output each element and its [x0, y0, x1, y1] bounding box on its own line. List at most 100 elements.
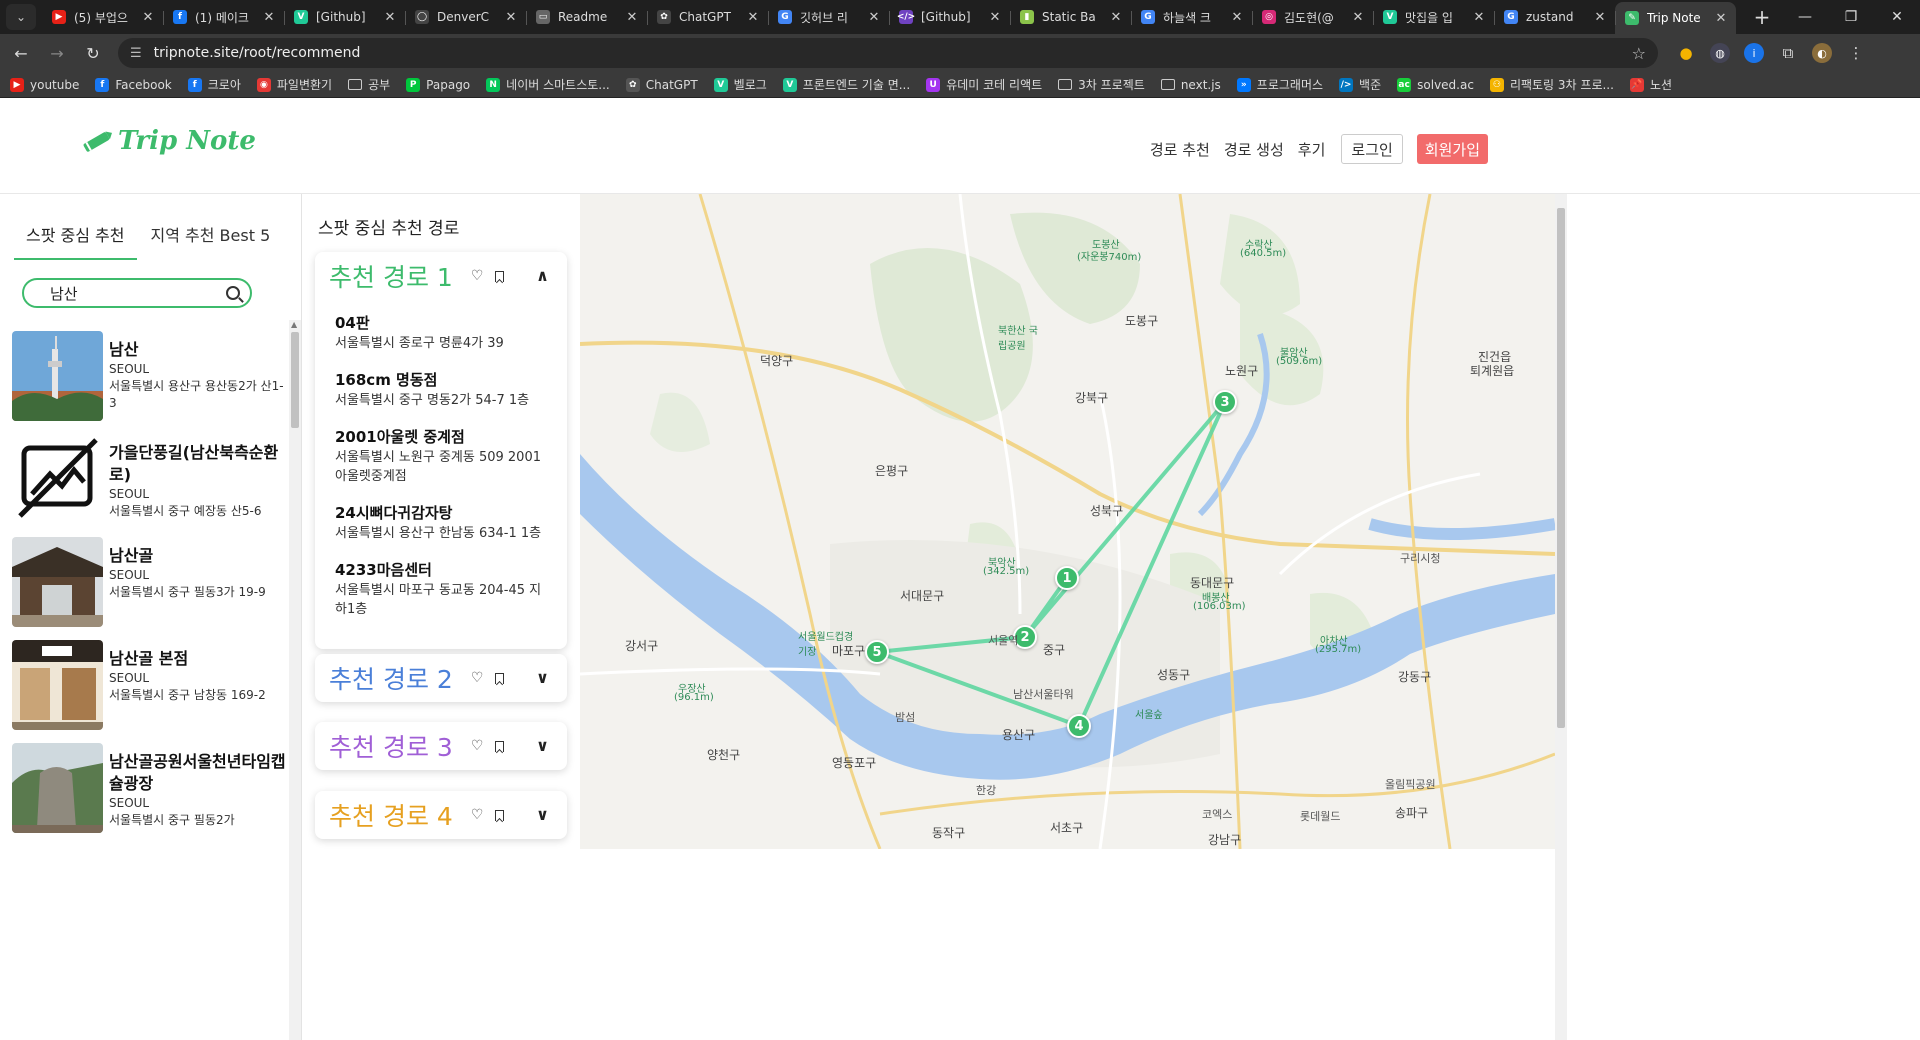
close-tab-icon[interactable]: ✕ [746, 10, 760, 25]
nav-route-create[interactable]: 경로 생성 [1224, 139, 1284, 160]
route-marker-4[interactable]: 4 [1067, 714, 1091, 738]
route-stop[interactable]: 24시뼈다귀감자탕 서울특별시 용산구 한남동 634-1 1층 [335, 502, 547, 543]
forward-button[interactable]: → [42, 38, 72, 68]
spot-list-scrollbar[interactable]: ▲ [289, 320, 301, 1040]
route-stop[interactable]: 4233마음센터 서울특별시 마포구 동교동 204-45 지하1층 [335, 559, 547, 619]
browser-tab[interactable]: ✿ ChatGPT ✕ [647, 2, 768, 32]
bookmark-folder[interactable]: 3차 프로젝트 [1058, 76, 1145, 93]
close-tab-icon[interactable]: ✕ [1593, 10, 1607, 25]
browser-tab[interactable]: ▭ Readme ✕ [526, 2, 647, 32]
tab-spot-recommend[interactable]: 스팟 중심 추천 [14, 214, 137, 260]
spot-list-item[interactable]: 남산골 SEOUL 서울특별시 중구 필동3가 19-9 [12, 537, 286, 627]
close-tab-icon[interactable]: ✕ [867, 10, 881, 25]
browser-tab[interactable]: ◯ DenverC ✕ [405, 2, 526, 32]
bookmark-item[interactable]: f Facebook [95, 77, 172, 92]
heart-icon[interactable]: ♡ [471, 807, 484, 823]
bookmark-item[interactable]: ◉ 파일변환기 [256, 76, 332, 93]
route-card-header[interactable]: 추천 경로 2 ♡ ∨ [315, 654, 567, 702]
page-scrollbar-thumb[interactable] [1557, 208, 1565, 728]
bookmark-icon[interactable] [495, 672, 505, 684]
bookmark-item[interactable]: /> 백준 [1339, 76, 1381, 93]
new-tab-button[interactable]: + [1750, 5, 1774, 29]
chevron-down-icon[interactable]: ∨ [536, 736, 549, 755]
site-info-icon[interactable]: ☰ [130, 46, 142, 61]
bookmark-item[interactable]: » 프로그래머스 [1236, 76, 1323, 93]
spot-list-item[interactable]: 남산골 본점 SEOUL 서울특별시 중구 남창동 169-2 [12, 640, 286, 730]
bookmark-item[interactable]: ac solved.ac [1397, 77, 1474, 92]
omnibox[interactable]: ☰ tripnote.site/root/recommend ☆ [118, 38, 1658, 68]
heart-icon[interactable]: ♡ [471, 738, 484, 754]
close-tab-icon[interactable]: ✕ [1472, 10, 1486, 25]
profile-avatar[interactable]: ◐ [1812, 43, 1832, 63]
bookmark-icon[interactable] [495, 809, 505, 821]
route-card-header[interactable]: 추천 경로 3 ♡ ∨ [315, 722, 567, 770]
globe-extension-icon[interactable]: ◍ [1710, 43, 1730, 63]
map-view[interactable]: 1 2 3 4 5 도봉산 (자운봉740m) 수락산 (640.5m) 북한산… [580, 194, 1555, 849]
spot-list-item[interactable]: 가을단풍길(남산북측순환로) SEOUL 서울특별시 중구 예장동 산5-6 [12, 434, 286, 524]
puzzle-extensions-icon[interactable]: ⧉ [1778, 43, 1798, 63]
bookmark-item[interactable]: ⚇ 리팩토링 3차 프로... [1489, 76, 1614, 93]
route-marker-1[interactable]: 1 [1055, 566, 1079, 590]
route-marker-5[interactable]: 5 [865, 640, 889, 664]
route-marker-3[interactable]: 3 [1213, 390, 1237, 414]
bookmark-item[interactable]: ▶ youtube [10, 77, 79, 92]
browser-tab[interactable]: ▶ (5) 부업으 ✕ [42, 2, 163, 32]
heart-icon[interactable]: ♡ [471, 268, 484, 284]
menu-kebab-icon[interactable]: ⋮ [1846, 43, 1866, 63]
url-text[interactable]: tripnote.site/root/recommend [154, 45, 1632, 61]
route-stop[interactable]: 04판 서울특별시 종로구 명륜4가 39 [335, 312, 547, 353]
info-extension-icon[interactable]: i [1744, 43, 1764, 63]
close-tab-icon[interactable]: ✕ [262, 10, 276, 25]
close-tab-icon[interactable]: ✕ [1714, 11, 1728, 26]
page-scrollbar[interactable] [1555, 194, 1567, 1040]
close-tab-icon[interactable]: ✕ [1351, 10, 1365, 25]
browser-tab[interactable]: Gzustand ✕ [1494, 2, 1615, 32]
lightbulb-extension-icon[interactable]: ● [1676, 43, 1696, 63]
bookmark-folder[interactable]: next.js [1160, 78, 1221, 92]
close-tab-icon[interactable]: ✕ [1109, 10, 1123, 25]
nav-reviews[interactable]: 후기 [1298, 139, 1326, 160]
bookmark-item[interactable]: P Papago [406, 77, 470, 92]
tab-search-button[interactable]: ⌄ [6, 4, 36, 30]
bookmark-icon[interactable] [495, 270, 505, 282]
browser-tab[interactable]: </> [Github] ✕ [889, 2, 1010, 32]
browser-tab[interactable]: ✎ Trip Note ✕ [1615, 2, 1736, 34]
scrollbar-thumb[interactable] [291, 332, 299, 428]
route-card-2[interactable]: 추천 경로 2 ♡ ∨ [315, 654, 567, 702]
browser-tab[interactable]: ◎ 김도현(@ ✕ [1252, 2, 1373, 32]
bookmark-item[interactable]: U 유데미 코테 리액트 [926, 76, 1042, 93]
browser-tab[interactable]: V [Github] ✕ [284, 2, 405, 32]
back-button[interactable]: ← [6, 38, 36, 68]
bookmark-item[interactable]: V 벨로그 [713, 76, 767, 93]
close-tab-icon[interactable]: ✕ [141, 10, 155, 25]
chevron-down-icon[interactable]: ∨ [536, 805, 549, 824]
tab-region-best5[interactable]: 지역 추천 Best 5 [139, 214, 283, 260]
spot-search-input[interactable] [50, 284, 226, 302]
close-tab-icon[interactable]: ✕ [1230, 10, 1244, 25]
reload-button[interactable]: ↻ [78, 38, 108, 68]
route-card-3[interactable]: 추천 경로 3 ♡ ∨ [315, 722, 567, 770]
close-window-button[interactable]: ✕ [1874, 0, 1920, 34]
bookmark-item[interactable]: f 크로아 [187, 76, 241, 93]
browser-tab[interactable]: f (1) 메이크 ✕ [163, 2, 284, 32]
route-card-header[interactable]: 추천 경로 1 ♡ ∧ [315, 252, 567, 300]
heart-icon[interactable]: ♡ [471, 670, 484, 686]
close-tab-icon[interactable]: ✕ [625, 10, 639, 25]
browser-tab[interactable]: G 깃허브 리 ✕ [768, 2, 889, 32]
search-icon[interactable] [226, 286, 240, 300]
signup-button[interactable]: 회원가입 [1416, 134, 1488, 164]
bookmark-item[interactable]: ✿ ChatGPT [625, 77, 698, 92]
browser-tab[interactable]: ▮ Static Ba ✕ [1010, 2, 1131, 32]
bookmark-item[interactable]: 📌 노션 [1629, 76, 1672, 93]
close-tab-icon[interactable]: ✕ [988, 10, 1002, 25]
bookmark-star-icon[interactable]: ☆ [1632, 44, 1646, 63]
route-stop[interactable]: 168cm 명동점 서울특별시 중구 명동2가 54-7 1층 [335, 369, 547, 410]
bookmark-item[interactable]: N 네이버 스마트스토... [486, 76, 610, 93]
close-tab-icon[interactable]: ✕ [504, 10, 518, 25]
login-button[interactable]: 로그인 [1341, 134, 1403, 164]
route-stop[interactable]: 2001아울렛 중계점 서울특별시 노원구 중계동 509 2001아울렛중계점 [335, 426, 547, 486]
route-card-header[interactable]: 추천 경로 4 ♡ ∨ [315, 791, 567, 839]
browser-tab[interactable]: G 하늘색 크 ✕ [1131, 2, 1252, 32]
browser-tab[interactable]: V 맛집을 입 ✕ [1373, 2, 1494, 32]
spot-list-item[interactable]: 남산골공원서울천년타임캡슐광장 SEOUL 서울특별시 중구 필동2가 [12, 743, 286, 833]
